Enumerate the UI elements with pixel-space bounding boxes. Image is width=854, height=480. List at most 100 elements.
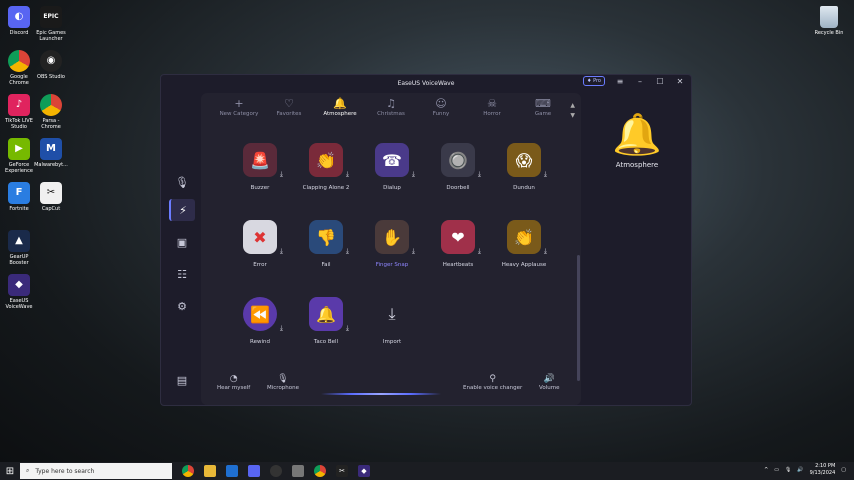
sidebar-soundboard[interactable]: ⚡ bbox=[169, 199, 195, 221]
sound-tile-finger-snap[interactable]: ✋ ⤓ Finger Snap bbox=[361, 220, 423, 268]
sound-tile-rewind[interactable]: ⏪ ⤓ Rewind bbox=[229, 297, 291, 345]
sound-tile-fail[interactable]: 👎 ⤓ Fail bbox=[295, 220, 357, 268]
smile-icon: ☺ bbox=[435, 97, 447, 110]
microphone-button[interactable]: 🎙 Microphone bbox=[267, 373, 299, 391]
tab-atmosphere[interactable]: 🔔 Atmosphere bbox=[314, 97, 366, 117]
close-icon[interactable]: ✕ bbox=[675, 77, 685, 86]
volume-button[interactable]: 🔊 Volume bbox=[539, 373, 559, 391]
bell-icon: 🔔 bbox=[612, 112, 662, 158]
tab-new-category[interactable]: + New Category bbox=[213, 97, 265, 117]
download-icon[interactable]: ⤓ bbox=[280, 324, 283, 333]
geforce-icon: ▶ bbox=[8, 138, 30, 160]
desktop-icon-geforce[interactable]: ▶ GeForce Experience bbox=[2, 138, 36, 174]
download-icon[interactable]: ⤓ bbox=[280, 247, 283, 256]
minimize-icon[interactable]: – bbox=[635, 77, 645, 86]
volume-icon[interactable]: 🔊 bbox=[797, 467, 803, 473]
sound-tile-clapping-alone-2[interactable]: 👏 ⤓ Clapping Alone 2 bbox=[295, 143, 357, 191]
siren-icon: 🚨 ⤓ bbox=[243, 143, 283, 178]
sound-tile-error[interactable]: ✖ ⤓ Error bbox=[229, 220, 291, 268]
sound-tile-dundun[interactable]: 😱 ⤓ Dundun bbox=[493, 143, 555, 191]
sound-tile-heavy-applause[interactable]: 👏 ⤓ Heavy Applause bbox=[493, 220, 555, 268]
thumbs-down-icon: 👎 ⤓ bbox=[309, 220, 349, 255]
category-scroll[interactable]: ▲ ▼ bbox=[570, 101, 575, 121]
sound-tile-doorbell[interactable]: 🔘 ⤓ Doorbell bbox=[427, 143, 489, 191]
desktop-icon-capcut[interactable]: ✂ CapCut bbox=[34, 182, 68, 212]
desktop-icon-tiktok[interactable]: ♪ TikTok LIVE Studio bbox=[2, 94, 36, 130]
search-icon: ⌕ bbox=[26, 467, 30, 474]
download-icon[interactable]: ⤓ bbox=[544, 170, 547, 179]
file-explorer-icon[interactable] bbox=[204, 465, 216, 477]
desktop-icon-gearup[interactable]: ▲ GearUP Booster bbox=[2, 230, 36, 266]
clock[interactable]: 2:10 PM 9/13/2024 bbox=[810, 463, 836, 477]
sound-tile-heartbeats[interactable]: ❤ ⤓ Heartbeats bbox=[427, 220, 489, 268]
network-icon[interactable]: ▭ bbox=[774, 467, 779, 473]
discord-icon[interactable] bbox=[248, 465, 260, 477]
heartbeat-icon: ❤ ⤓ bbox=[441, 220, 481, 255]
maximize-icon[interactable]: ☐ bbox=[655, 77, 665, 86]
app-icon[interactable] bbox=[292, 465, 304, 477]
record-icon: ▣ bbox=[176, 235, 188, 249]
enable-voice-changer-button[interactable]: ⚲ Enable voice changer bbox=[463, 373, 522, 391]
download-icon[interactable]: ⤓ bbox=[280, 170, 283, 179]
desktop-icon-recycle-bin[interactable]: Recycle Bin bbox=[812, 6, 846, 36]
microphone-icon: 🎙 bbox=[277, 374, 289, 384]
download-icon[interactable]: ⤓ bbox=[346, 324, 349, 333]
chrome-icon bbox=[40, 94, 62, 116]
desktop-icon-voicewave[interactable]: ◆ EaseUS VoiceWave bbox=[2, 274, 36, 310]
desktop-icon-parsa-chrome[interactable]: Parsa - Chrome bbox=[34, 94, 68, 130]
sidebar-voice-changer[interactable]: 🎙 bbox=[169, 171, 195, 193]
download-icon[interactable]: ⤓ bbox=[478, 247, 481, 256]
chrome-icon bbox=[8, 50, 30, 72]
download-icon[interactable]: ⤓ bbox=[412, 170, 415, 179]
capcut-icon[interactable]: ✂ bbox=[336, 465, 348, 477]
sound-tile-taco-bell[interactable]: 🔔 ⤓ Taco Bell bbox=[295, 297, 357, 345]
sound-grid: 🚨 ⤓ Buzzer 👏 ⤓ Clapping Alone 2 ☎ ⤓ Dialup … bbox=[229, 135, 559, 365]
sound-tile-buzzer[interactable]: 🚨 ⤓ Buzzer bbox=[229, 143, 291, 191]
gamepad-icon: ⌨ bbox=[535, 97, 551, 110]
import-button[interactable]: ⤓ Import bbox=[361, 297, 423, 345]
desktop-icon-obs[interactable]: ◉ OBS Studio bbox=[34, 50, 68, 80]
download-icon[interactable]: ⤓ bbox=[544, 247, 547, 256]
gear-icon: ⚙ bbox=[177, 299, 187, 313]
chrome-icon[interactable] bbox=[182, 465, 194, 477]
download-icon[interactable]: ⤓ bbox=[346, 247, 349, 256]
tab-game[interactable]: ⌨ Game bbox=[517, 97, 569, 117]
download-icon[interactable]: ⤓ bbox=[478, 170, 481, 179]
desktop-icon-fortnite[interactable]: F Fortnite bbox=[2, 182, 36, 212]
sidebar-guide[interactable]: ▤ bbox=[169, 369, 195, 391]
outlook-icon[interactable] bbox=[226, 465, 238, 477]
download-icon[interactable]: ⤓ bbox=[412, 247, 415, 256]
tab-christmas[interactable]: ♫ Christmas bbox=[365, 97, 417, 117]
windows-start-icon[interactable]: ⊞ bbox=[0, 466, 20, 477]
desktop-icon-epic-games[interactable]: EPIC Epic Games Launcher bbox=[34, 6, 68, 42]
voicewave-icon[interactable]: ◆ bbox=[358, 465, 370, 477]
chevron-up-icon[interactable]: ▲ bbox=[570, 101, 575, 111]
tab-favorites[interactable]: ♡ Favorites bbox=[263, 97, 315, 117]
desktop-icon-discord[interactable]: ◐ Discord bbox=[2, 6, 36, 36]
sidebar-recorder[interactable]: ▣ bbox=[169, 231, 195, 253]
chevron-down-icon[interactable]: ▼ bbox=[570, 111, 575, 121]
ear-icon: ◔ bbox=[229, 374, 238, 384]
desktop-icon-chrome[interactable]: Google Chrome bbox=[2, 50, 36, 86]
notification-icon[interactable]: ▢ bbox=[841, 467, 846, 473]
menu-icon[interactable]: ≡ bbox=[615, 77, 625, 86]
download-icon[interactable]: ⤓ bbox=[346, 170, 349, 179]
sound-tile-dialup[interactable]: ☎ ⤓ Dialup bbox=[361, 143, 423, 191]
sound-grid-scrollbar[interactable] bbox=[577, 255, 580, 381]
chrome-icon[interactable] bbox=[314, 465, 326, 477]
error-icon: ✖ ⤓ bbox=[243, 220, 283, 255]
import-icon: ⤓ bbox=[388, 304, 396, 323]
tab-horror[interactable]: ☠ Horror bbox=[466, 97, 518, 117]
taskbar: ⊞ ⌕ Type here to search ✂ ◆ ^ ▭ 🎙 🔊 2:10… bbox=[0, 462, 854, 480]
desktop-icon-malwarebytes[interactable]: M Malwarebyt... bbox=[34, 138, 68, 168]
pro-badge[interactable]: ♦ Pro bbox=[582, 76, 605, 86]
microphone-icon[interactable]: 🎙 bbox=[785, 467, 791, 473]
heart-icon: ♡ bbox=[284, 97, 294, 110]
hear-myself-button[interactable]: ◔ Hear myself bbox=[217, 373, 250, 391]
sidebar-settings[interactable]: ⚙ bbox=[169, 295, 195, 317]
sidebar-mixer[interactable]: ☷ bbox=[169, 263, 195, 285]
chevron-up-icon[interactable]: ^ bbox=[764, 467, 768, 473]
tab-funny[interactable]: ☺ Funny bbox=[415, 97, 467, 117]
obs-icon[interactable] bbox=[270, 465, 282, 477]
taskbar-search[interactable]: ⌕ Type here to search bbox=[20, 463, 172, 479]
